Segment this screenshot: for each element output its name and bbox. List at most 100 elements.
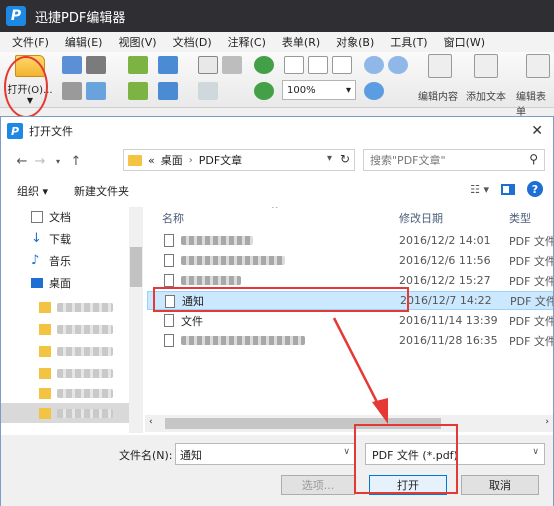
pdf-file-icon (164, 314, 174, 327)
breadcrumb-overflow[interactable]: « (148, 154, 155, 167)
menu-tools[interactable]: 工具(T) (388, 33, 429, 51)
address-dropdown-icon[interactable]: ▾ (327, 153, 332, 164)
zoom-dropdown-icon: ▾ (345, 84, 351, 96)
file-type: PDF 文件 (509, 234, 553, 248)
zoom-plus-icon[interactable] (364, 82, 384, 100)
edit-content-label[interactable]: 编辑内容 (418, 88, 458, 103)
file-row[interactable]: 2016/12/2 14:01 PDF 文件 (147, 231, 553, 250)
zoom-value: 100% (287, 84, 316, 96)
redo-icon[interactable] (158, 82, 178, 100)
menu-comment[interactable]: 注释(C) (226, 33, 268, 51)
fit-page-icon[interactable] (308, 56, 328, 74)
undo-icon[interactable] (158, 56, 178, 74)
actual-size-icon[interactable] (284, 56, 304, 74)
nav-item-desktop[interactable]: 桌面 (31, 273, 127, 293)
hand-tool-icon[interactable] (198, 56, 218, 74)
email-icon[interactable] (86, 82, 106, 100)
address-bar[interactable]: « 桌面 › PDF文章 ▾ ↻ (123, 149, 355, 171)
file-type: PDF 文件 (509, 334, 553, 348)
menu-form[interactable]: 表单(R) (280, 33, 322, 51)
nav-folder-selected[interactable] (39, 403, 135, 423)
file-row[interactable]: 2016/11/28 16:35 PDF 文件 (147, 331, 553, 350)
folder-icon (39, 345, 51, 357)
edit-form-icon[interactable] (526, 54, 550, 78)
rotate-icon[interactable] (254, 56, 274, 74)
file-row[interactable]: 文件 2016/11/14 13:39 PDF 文件 (147, 311, 553, 330)
cancel-button[interactable]: 取消 (461, 475, 539, 495)
nav-scroll-thumb[interactable] (130, 247, 142, 287)
organize-button[interactable]: 组织 ▾ (17, 183, 48, 199)
menu-file[interactable]: 文件(F) (10, 33, 51, 51)
nav-item-label: 下载 (49, 233, 71, 246)
nav-item-music[interactable]: ♪ 音乐 (31, 251, 127, 271)
nav-folder[interactable] (39, 297, 135, 317)
menubar: 文件(F) 编辑(E) 视图(V) 文档(D) 注释(C) 表单(R) 对象(B… (0, 32, 554, 52)
column-date[interactable]: 修改日期 (399, 210, 443, 226)
filetype-dropdown-icon[interactable]: ∨ (532, 447, 539, 457)
snapshot-icon[interactable] (198, 82, 218, 100)
edit-content-icon[interactable] (428, 54, 452, 78)
fit-width-icon[interactable] (332, 56, 352, 74)
search-icon[interactable]: ⚲ (529, 152, 538, 166)
menu-window[interactable]: 窗口(W) (442, 33, 487, 51)
refresh-icon[interactable]: ↻ (340, 152, 350, 166)
save-icon[interactable] (62, 56, 82, 74)
nav-folder[interactable] (39, 383, 135, 403)
scan-icon[interactable] (62, 82, 82, 100)
nav-scrollbar[interactable] (129, 207, 143, 433)
new-folder-button[interactable]: 新建文件夹 (74, 183, 129, 199)
page-forward-icon[interactable] (128, 82, 148, 100)
page-back-icon[interactable] (128, 56, 148, 74)
document-icon (31, 211, 43, 223)
add-text-label[interactable]: 添加文本 (466, 88, 506, 103)
column-name[interactable]: 名称 (162, 210, 184, 226)
rotate-back-icon[interactable] (254, 82, 274, 100)
nav-item-downloads[interactable]: ↓ 下载 (31, 229, 127, 249)
blurred-name (57, 302, 113, 312)
horizontal-scrollbar[interactable]: ‹ › (145, 415, 553, 432)
dialog-titlebar: P 打开文件 ✕ (1, 117, 553, 145)
filename-input[interactable]: 通知 ∨ (175, 443, 355, 465)
pdf-file-icon (164, 254, 174, 267)
nav-folder[interactable] (39, 363, 135, 383)
search-input[interactable]: 搜索"PDF文章" ⚲ (363, 149, 545, 171)
menu-document[interactable]: 文档(D) (171, 33, 214, 51)
view-mode-icon[interactable]: ☷ ▾ (470, 183, 489, 196)
breadcrumb-pdf-articles[interactable]: PDF文章 (199, 152, 242, 168)
file-date: 2016/11/14 13:39 (399, 314, 498, 327)
nav-item-documents[interactable]: 文档 (31, 207, 127, 227)
help-icon[interactable]: ? (527, 181, 543, 197)
file-date: 2016/12/6 11:56 (399, 254, 491, 267)
sort-caret-icon: ^ (271, 207, 279, 215)
dialog-footer: 文件名(N): 通知 ∨ PDF 文件 (*.pdf) ∨ 选项... 打开 取… (1, 435, 553, 506)
menu-view[interactable]: 视图(V) (116, 33, 158, 51)
recent-dropdown-icon[interactable]: ▾ (49, 157, 67, 166)
filename-dropdown-icon[interactable]: ∨ (343, 447, 350, 457)
print-icon[interactable] (86, 56, 106, 74)
search-placeholder: 搜索"PDF文章" (370, 154, 446, 167)
preview-pane-icon[interactable] (501, 183, 515, 195)
nav-folder[interactable] (39, 319, 135, 339)
zoom-select[interactable]: 100% ▾ (282, 80, 356, 100)
scroll-right-icon[interactable]: › (545, 417, 549, 427)
edit-form-label[interactable]: 编辑表单 (516, 88, 554, 118)
file-row[interactable]: 2016/12/6 11:56 PDF 文件 (147, 251, 553, 270)
scroll-left-icon[interactable]: ‹ (149, 417, 153, 427)
zoom-out-icon[interactable] (388, 56, 408, 74)
up-arrow-icon[interactable]: ↑ (67, 154, 85, 169)
zoom-in-icon[interactable] (364, 56, 384, 74)
select-tool-icon[interactable] (222, 56, 242, 74)
folder-icon (39, 367, 51, 379)
back-arrow-icon[interactable]: ← (13, 154, 31, 169)
close-icon[interactable]: ✕ (531, 123, 543, 139)
column-type[interactable]: 类型 (509, 210, 531, 226)
menu-object[interactable]: 对象(B) (334, 33, 376, 51)
blurred-file-name (181, 336, 305, 345)
nav-folder[interactable] (39, 341, 135, 361)
forward-arrow-icon[interactable]: → (31, 154, 49, 169)
blurred-name (57, 408, 113, 418)
options-button[interactable]: 选项... (281, 475, 355, 495)
menu-edit[interactable]: 编辑(E) (63, 33, 105, 51)
add-text-icon[interactable] (474, 54, 498, 78)
breadcrumb-desktop[interactable]: 桌面 (161, 152, 183, 168)
